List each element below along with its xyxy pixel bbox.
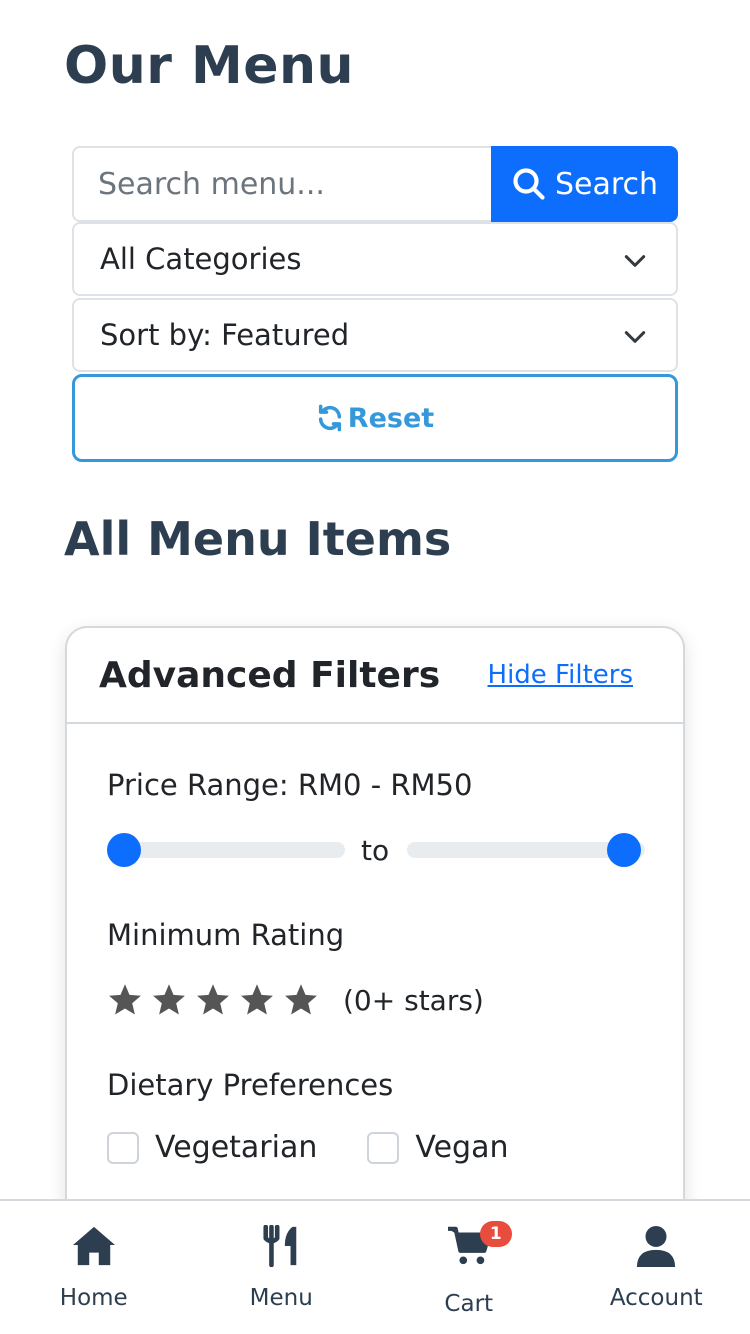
star-icon[interactable] [283,982,319,1018]
search-button-label: Search [554,166,659,202]
nav-label-home: Home [59,1285,128,1311]
vegetarian-label: Vegetarian [155,1130,318,1165]
reset-button-label: Reset [347,402,435,434]
utensils-icon [263,1225,297,1267]
chevron-down-icon [624,331,646,343]
section-title: All Menu Items [64,512,452,566]
nav-item-home[interactable]: Home [10,1201,178,1334]
slider-thumb[interactable] [107,833,141,867]
page-title: Our Menu [64,36,355,96]
vegan-option[interactable]: Vegan [367,1130,508,1165]
vegan-label: Vegan [415,1130,509,1165]
price-range-label: Price Range: RM0 - RM50 [107,768,473,802]
advanced-filters-card: Advanced Filters Hide Filters Price Rang… [65,626,685,1226]
rating-stars: (0+ stars) [107,982,484,1018]
price-max-slider[interactable] [407,833,645,867]
nav-item-menu[interactable]: Menu [197,1201,365,1334]
advanced-filters-title: Advanced Filters [99,654,441,696]
price-min-slider[interactable] [107,833,345,867]
vegan-checkbox[interactable] [367,1131,400,1164]
vegetarian-checkbox[interactable] [107,1131,139,1164]
nav-item-account[interactable]: Account [572,1201,740,1334]
dietary-preferences-label: Dietary Preferences [107,1068,394,1102]
reset-button[interactable]: Reset [72,374,678,462]
cart-icon-wrap: 1 [446,1221,512,1291]
home-icon [72,1226,115,1266]
search-button[interactable]: Search [491,146,678,222]
nav-item-cart[interactable]: 1 Cart [385,1201,553,1334]
minimum-rating-label: Minimum Rating [107,918,345,952]
category-select-value: All Categories [100,242,302,276]
star-icon[interactable] [239,982,275,1018]
sort-select[interactable]: Sort by: Featured [72,298,678,372]
nav-label-cart: Cart [444,1291,494,1317]
user-icon [637,1225,676,1267]
vegetarian-option[interactable]: Vegetarian [107,1130,317,1165]
rating-value-text: (0+ stars) [343,983,484,1017]
hide-filters-link[interactable]: Hide Filters [488,660,633,690]
search-icon [513,168,545,200]
nav-label-account: Account [609,1285,703,1311]
star-icon[interactable] [107,982,143,1018]
advanced-filters-header: Advanced Filters Hide Filters [67,628,683,724]
star-icon[interactable] [195,982,231,1018]
sort-select-value: Sort by: Featured [100,318,350,352]
slider-thumb[interactable] [607,833,641,867]
search-input[interactable]: Search menu... [72,146,491,222]
search-bar: Search menu... Search [72,146,678,222]
nav-label-menu: Menu [249,1285,313,1311]
refresh-icon [318,404,341,432]
chevron-down-icon [624,255,646,267]
dietary-options: Vegetarian Vegan [107,1130,508,1165]
bottom-nav: Home Menu 1 Cart Account [0,1199,750,1334]
category-select[interactable]: All Categories [72,222,678,296]
cart-count-badge: 1 [479,1221,512,1247]
star-icon[interactable] [151,982,187,1018]
to-label: to [361,834,390,867]
